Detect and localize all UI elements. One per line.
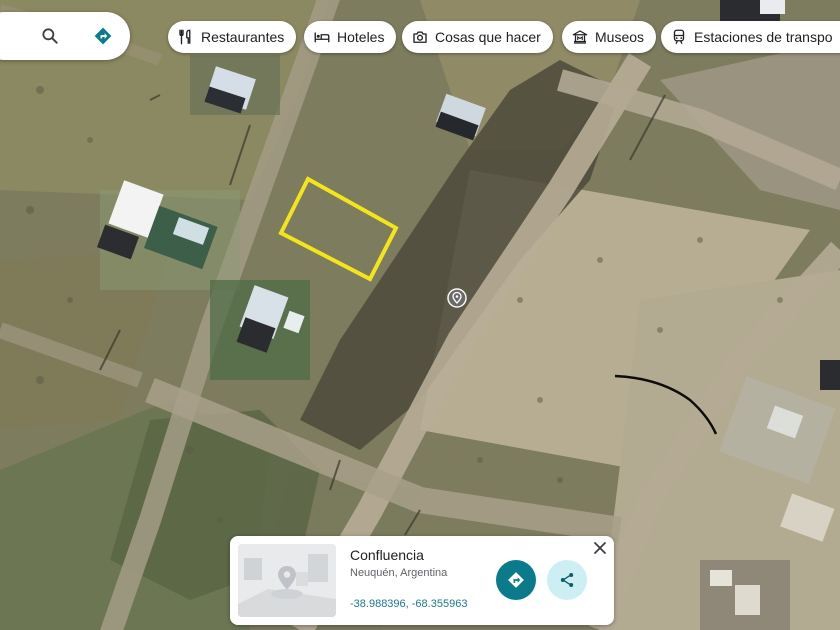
train-icon <box>673 29 685 45</box>
chip-label: Hoteles <box>337 29 385 45</box>
chip-label: Museos <box>595 29 645 45</box>
share-button[interactable] <box>547 560 587 600</box>
place-subtitle: Neuquén, Argentina <box>350 567 448 579</box>
place-thumbnail[interactable] <box>238 544 336 617</box>
bed-icon <box>314 32 330 43</box>
chip-label: Restaurantes <box>201 29 285 45</box>
museum-icon <box>572 30 588 44</box>
close-icon[interactable] <box>592 540 608 556</box>
chip-museos[interactable]: Museos <box>562 21 657 53</box>
chip-restaurantes[interactable]: Restaurantes <box>168 21 297 53</box>
chip-hoteles[interactable]: Hoteles <box>304 21 397 53</box>
camera-icon <box>413 31 427 43</box>
chip-label: Cosas que hacer <box>435 29 541 45</box>
chip-label: Estaciones de transpo <box>694 29 833 45</box>
search-box[interactable] <box>0 12 130 60</box>
chip-cosas-que-hacer[interactable]: Cosas que hacer <box>402 21 553 53</box>
place-title: Confluencia <box>350 547 424 563</box>
place-coordinates[interactable]: -38.988396, -68.355963 <box>350 598 467 610</box>
chip-estaciones-de-transporte[interactable]: Estaciones de transpo <box>661 21 840 53</box>
directions-button[interactable] <box>496 560 536 600</box>
directions-icon[interactable] <box>93 26 113 46</box>
place-marker-icon <box>447 288 467 308</box>
search-icon[interactable] <box>40 26 60 46</box>
fork-knife-icon <box>179 29 191 45</box>
place-card[interactable]: Confluencia Neuquén, Argentina -38.98839… <box>230 536 614 625</box>
directions-icon <box>508 572 524 588</box>
share-icon <box>560 573 574 587</box>
